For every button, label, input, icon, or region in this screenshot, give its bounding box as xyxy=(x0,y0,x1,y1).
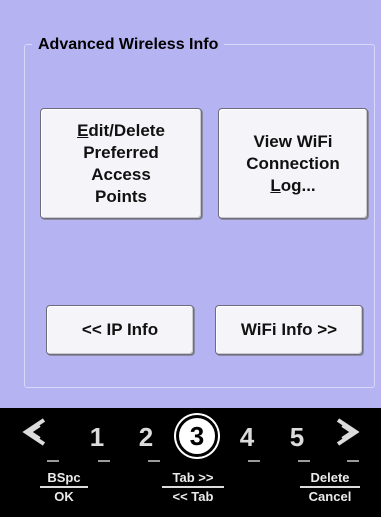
bspc-ok-softkey[interactable]: BSpc OK xyxy=(40,470,88,504)
chevron-left-icon[interactable] xyxy=(20,416,48,455)
chevron-right-icon[interactable] xyxy=(334,416,362,455)
cancel-label: Cancel xyxy=(308,489,352,504)
edit-line2: Preferred xyxy=(83,142,159,162)
separator-dash xyxy=(47,460,59,462)
separator-dash xyxy=(347,460,359,462)
page-number-5[interactable]: 5 xyxy=(284,422,310,452)
page-number-4[interactable]: 4 xyxy=(234,422,260,452)
ip-info-label: << IP Info xyxy=(81,320,159,339)
separator-dash xyxy=(98,460,110,462)
edit-delete-preferred-aps-button[interactable]: Edit/Delete Preferred Access Points xyxy=(40,108,202,219)
page-number-2[interactable]: 2 xyxy=(133,422,159,452)
bspc-label: BSpc xyxy=(40,470,88,488)
ip-info-button[interactable]: << IP Info xyxy=(46,305,194,355)
separator-dash xyxy=(298,460,310,462)
log-line3-rest: og... xyxy=(280,175,316,195)
delete-cancel-softkey[interactable]: Delete Cancel xyxy=(300,470,360,504)
log-line2: Connection xyxy=(246,153,340,173)
edit-mnemonic: E xyxy=(77,120,89,140)
separator-dash xyxy=(248,460,260,462)
wifi-info-label: WiFi Info >> xyxy=(240,320,338,339)
edit-line1-rest: dit/Delete xyxy=(88,120,165,140)
wireless-info-screen: Advanced Wireless Info Edit/Delete Prefe… xyxy=(0,0,381,517)
separator-dash xyxy=(148,460,160,462)
edit-line3: Access xyxy=(91,164,151,184)
view-wifi-connection-log-button[interactable]: View WiFi Connection Log... xyxy=(218,108,368,219)
tab-back-label: << Tab xyxy=(172,489,214,504)
edit-line4: Points xyxy=(95,186,147,206)
wifi-info-button[interactable]: WiFi Info >> xyxy=(215,305,363,355)
group-title: Advanced Wireless Info xyxy=(32,36,225,54)
log-mnemonic: L xyxy=(270,175,281,195)
tab-softkey[interactable]: Tab >> << Tab xyxy=(162,470,224,504)
log-line1: View WiFi xyxy=(253,131,333,151)
page-number-3-selected[interactable]: 3 xyxy=(176,415,218,457)
delete-label: Delete xyxy=(300,470,360,488)
page-number-1[interactable]: 1 xyxy=(84,422,110,452)
tab-forward-label: Tab >> xyxy=(162,470,224,488)
ok-label: OK xyxy=(54,489,74,504)
